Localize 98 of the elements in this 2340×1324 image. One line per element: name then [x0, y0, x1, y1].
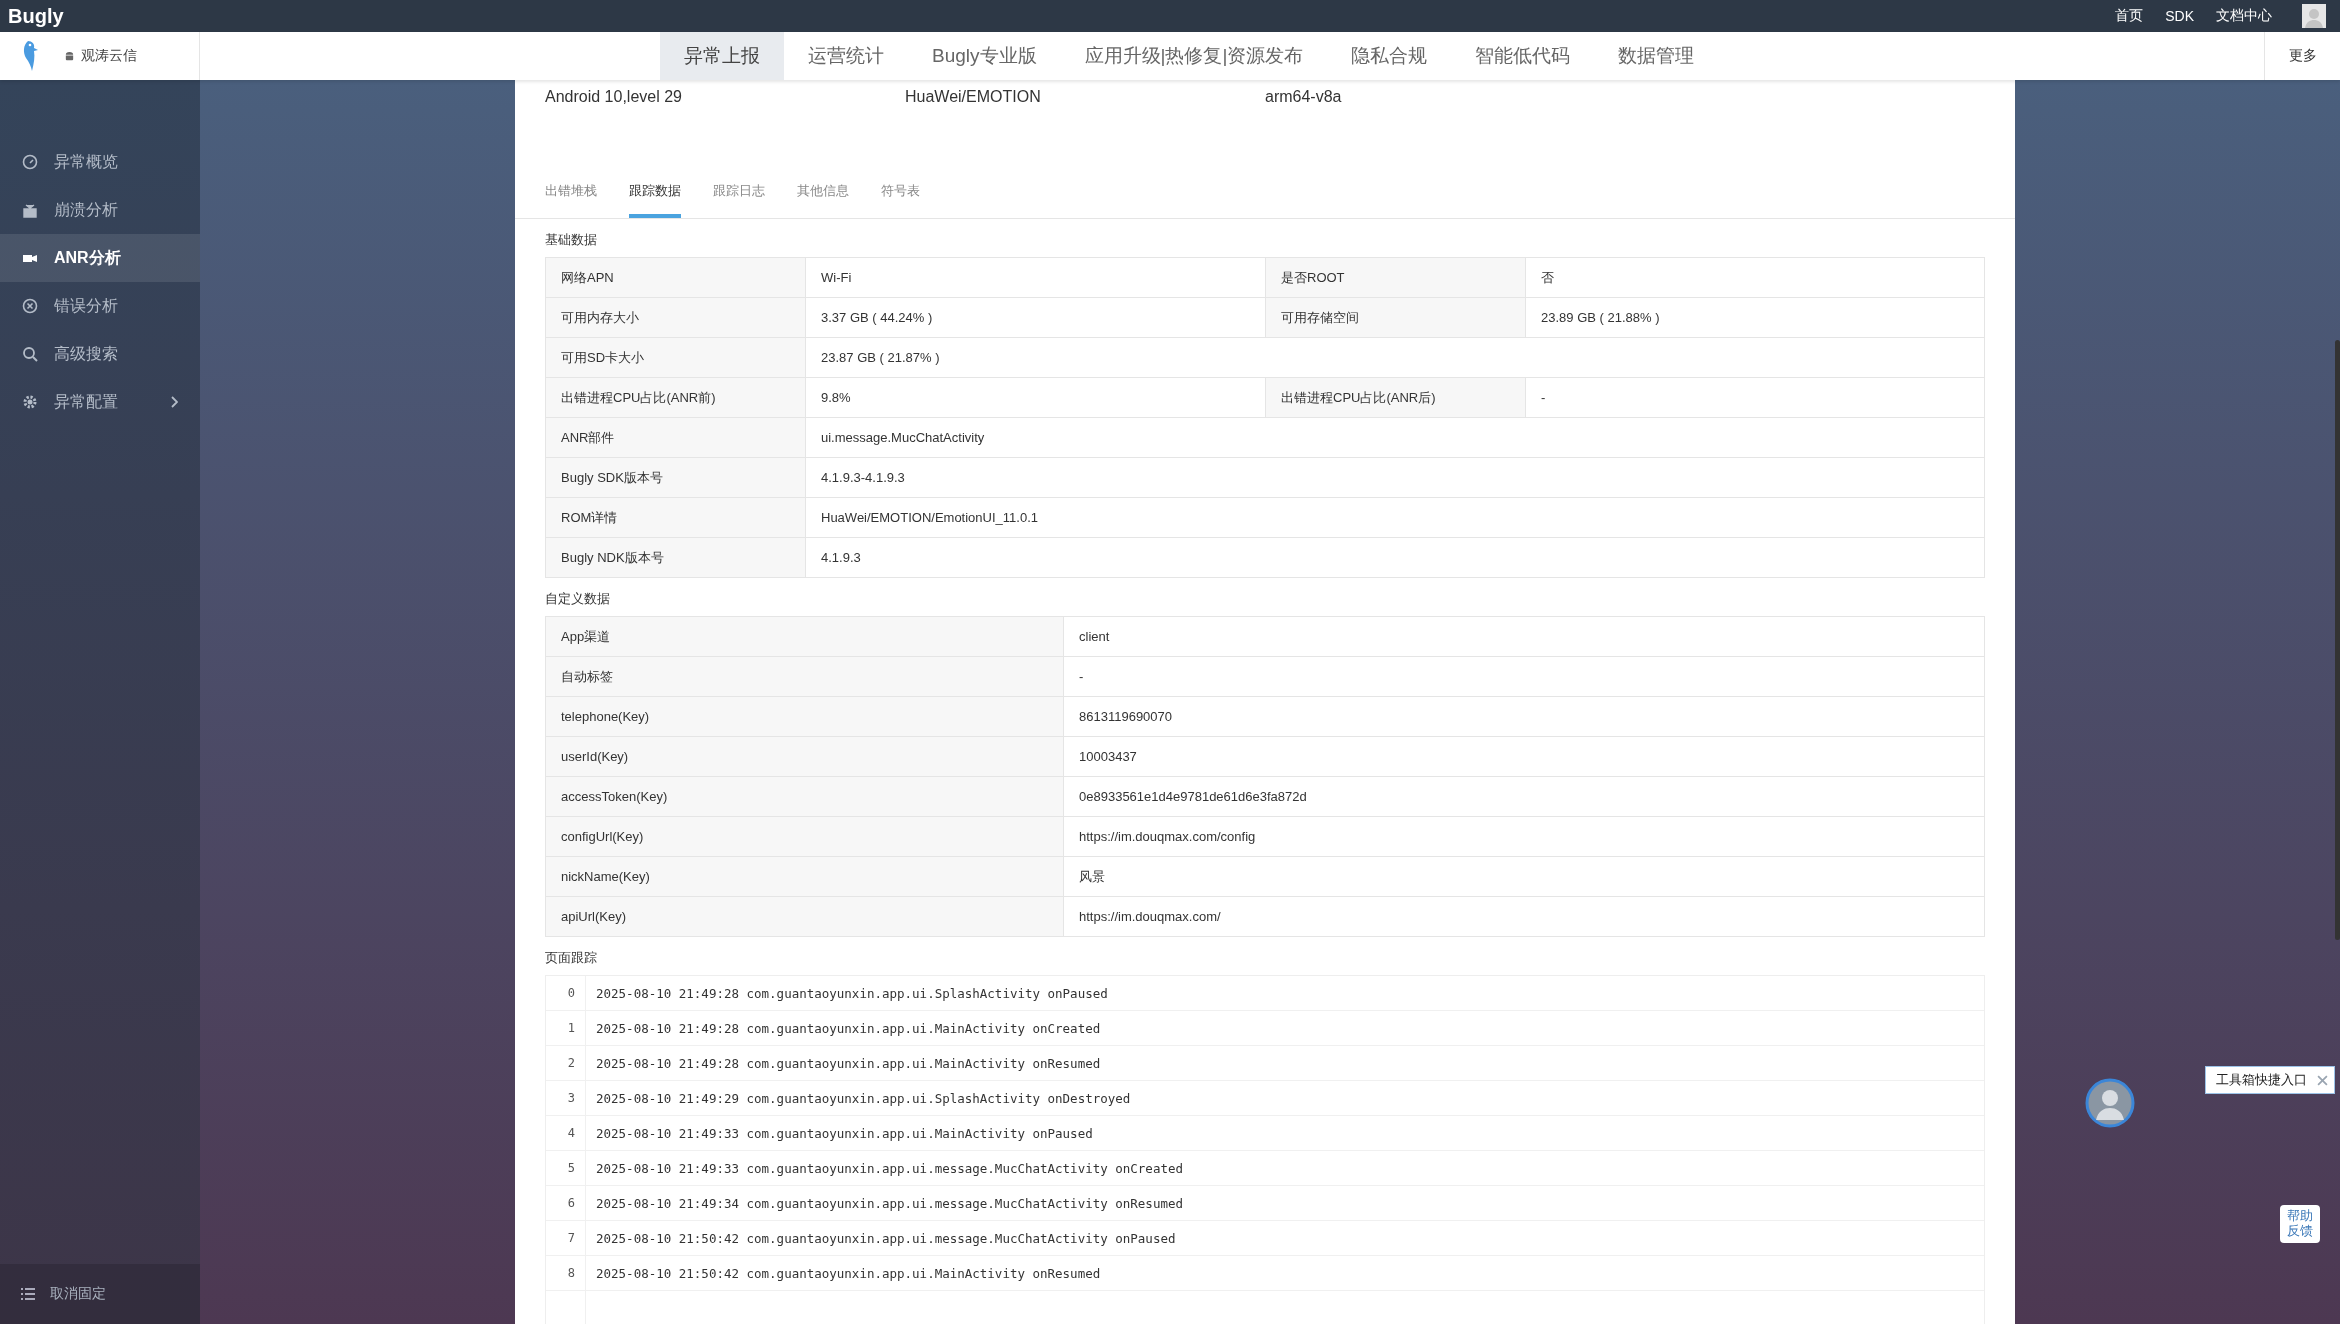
table-cell: App渠道 [545, 616, 1064, 657]
line-number: 4 [546, 1116, 586, 1150]
table-cell: 23.87 GB ( 21.87% ) [805, 337, 1985, 378]
table-cell: 4.1.9.3 [805, 537, 1985, 578]
table-cell: 可用SD卡大小 [545, 337, 806, 378]
section-title: 自定义数据 [545, 590, 611, 608]
table-cell: 8613119690070 [1063, 696, 1985, 737]
line-number: 5 [546, 1151, 586, 1185]
close-icon[interactable] [2317, 1074, 2328, 1086]
line-number: 0 [546, 976, 586, 1010]
nav-tab[interactable]: 数据管理 [1594, 32, 1719, 80]
device-info-text: arm64-v8a [1265, 88, 1343, 107]
sidebar-item[interactable]: 错误分析 [0, 282, 200, 330]
nav-tab[interactable]: 隐私合规 [1327, 32, 1452, 80]
table-cell: 否 [1525, 257, 1985, 298]
table-cell: ui.message.MucChatActivity [805, 417, 1985, 458]
table-cell: - [1063, 656, 1985, 697]
nav-tab[interactable]: 智能低代码 [1451, 32, 1595, 80]
sidebar-item[interactable]: 异常配置 [0, 378, 200, 426]
gauge-icon [22, 154, 38, 170]
log-line: 2025-08-10 21:49:28 com.guantaoyunxin.app.ui.MainActivity onResumed [595, 1055, 1101, 1071]
log-line: 2025-08-10 21:49:33 com.guantaoyunxin.app.ui.message.MucChatActivity onCreated [595, 1160, 1183, 1176]
table-cell: 4.1.9.3-4.1.9.3 [805, 457, 1985, 498]
table-cell: 出错进程CPU占比(ANR前) [545, 377, 806, 418]
sub-tab[interactable]: 跟踪数据 [629, 170, 681, 218]
sub-tab[interactable]: 符号表 [881, 170, 920, 218]
table-cell: client [1063, 616, 1985, 657]
log-line: 2025-08-10 21:50:42 com.guantaoyunxin.app.ui.message.MucChatActivity onPaused [595, 1230, 1176, 1246]
tooltip-text: 工具箱快捷入口 [2216, 1071, 2307, 1089]
table-cell: 是否ROOT [1265, 257, 1526, 298]
avatar-icon[interactable] [2085, 1078, 2135, 1128]
log-line: 2025-08-10 21:49:28 com.guantaoyunxin.app.ui.MainActivity onCreated [595, 1020, 1101, 1036]
table-cell: 23.89 GB ( 21.88% ) [1525, 297, 1985, 338]
sub-tab[interactable]: 跟踪日志 [713, 170, 765, 218]
help-feedback-button[interactable]: 帮助反馈 [2280, 1205, 2320, 1243]
table-cell: 0e8933561e1d4e9781de61d6e3fa872d [1063, 776, 1985, 817]
chevron-right-icon [170, 396, 178, 408]
table-cell: ANR部件 [545, 417, 806, 458]
table-cell: nickName(Key) [545, 856, 1064, 897]
table-cell: 出错进程CPU占比(ANR后) [1265, 377, 1526, 418]
table-cell: 可用存储空间 [1265, 297, 1526, 338]
table-cell: https://im.douqmax.com/ [1063, 896, 1985, 937]
table-cell: - [1525, 377, 1985, 418]
log-line: 2025-08-10 21:49:29 com.guantaoyunxin.app.ui.SplashActivity onDestroyed [595, 1090, 1131, 1106]
search-icon [22, 346, 38, 362]
top-link[interactable]: SDK [2165, 8, 2194, 24]
table-cell: userId(Key) [545, 736, 1064, 777]
table-cell: apiUrl(Key) [545, 896, 1064, 937]
log-line: 2025-08-10 21:49:28 com.guantaoyunxin.app.ui.SplashActivity onPaused [595, 985, 1108, 1001]
sidebar-item[interactable]: 异常概览 [0, 138, 200, 186]
table-cell: configUrl(Key) [545, 816, 1064, 857]
nav-tab[interactable]: 异常上报 [660, 32, 784, 80]
sidebar-item[interactable]: 高级搜索 [0, 330, 200, 378]
top-link[interactable]: 文档中心 [2216, 7, 2272, 25]
settings-icon [22, 394, 38, 410]
table-cell: 自动标签 [545, 656, 1064, 697]
section-title: 页面跟踪 [545, 949, 598, 967]
line-number: 1 [546, 1011, 586, 1045]
sidebar-item[interactable]: ANR分析 [0, 234, 200, 282]
table-cell: 可用内存大小 [545, 297, 806, 338]
line-number: 7 [546, 1221, 586, 1255]
app-name[interactable]: 观涛云信 [81, 47, 137, 65]
sub-tab[interactable]: 其他信息 [797, 170, 849, 218]
table-cell: ROM详情 [545, 497, 806, 538]
device-info-text: Android 10,level 29 [545, 88, 683, 107]
device-info-text: HuaWei/EMOTION [905, 88, 1042, 107]
scrollbar-thumb[interactable] [2335, 340, 2340, 940]
sub-tab[interactable]: 出错堆栈 [545, 170, 597, 218]
brand-logo[interactable]: Bugly [8, 4, 64, 28]
unpin-button[interactable]: 取消固定 [0, 1264, 200, 1324]
log-line: 2025-08-10 21:50:42 com.guantaoyunxin.app.ui.MainActivity onResumed [595, 1265, 1101, 1281]
table-cell: Bugly NDK版本号 [545, 537, 806, 578]
line-number: 6 [546, 1186, 586, 1220]
nav-tab[interactable]: 运营统计 [784, 32, 908, 80]
table-cell: Wi-Fi [805, 257, 1266, 298]
table-cell: 10003437 [1063, 736, 1985, 777]
log-line: 2025-08-10 21:49:33 com.guantaoyunxin.app.ui.MainActivity onPaused [595, 1125, 1093, 1141]
error-circle-icon [22, 298, 38, 314]
nav-tab[interactable]: 应用升级|热修复|资源发布 [1060, 32, 1328, 80]
table-cell: Bugly SDK版本号 [545, 457, 806, 498]
line-number: 8 [546, 1256, 586, 1290]
table-cell: 9.8% [805, 377, 1266, 418]
sidebar-item[interactable]: 崩溃分析 [0, 186, 200, 234]
table-cell: https://im.douqmax.com/config [1063, 816, 1985, 857]
user-avatar-icon[interactable] [2302, 4, 2326, 28]
line-number: 2 [546, 1046, 586, 1080]
table-cell: HuaWei/EMOTION/EmotionUI_11.0.1 [805, 497, 1985, 538]
nav-tab[interactable]: Bugly专业版 [908, 32, 1061, 80]
table-cell: 网络APN [545, 257, 806, 298]
table-cell: accessToken(Key) [545, 776, 1064, 817]
log-line: 2025-08-10 21:49:34 com.guantaoyunxin.app.ui.message.MucChatActivity onResumed [595, 1195, 1183, 1211]
section-title: 基础数据 [545, 231, 598, 249]
table-cell: telephone(Key) [545, 696, 1064, 737]
table-cell: 风景 [1063, 856, 1985, 897]
top-link[interactable]: 首页 [2115, 7, 2144, 25]
table-cell: 3.37 GB ( 44.24% ) [805, 297, 1266, 338]
line-number: 3 [546, 1081, 586, 1115]
list-icon [20, 1287, 36, 1301]
